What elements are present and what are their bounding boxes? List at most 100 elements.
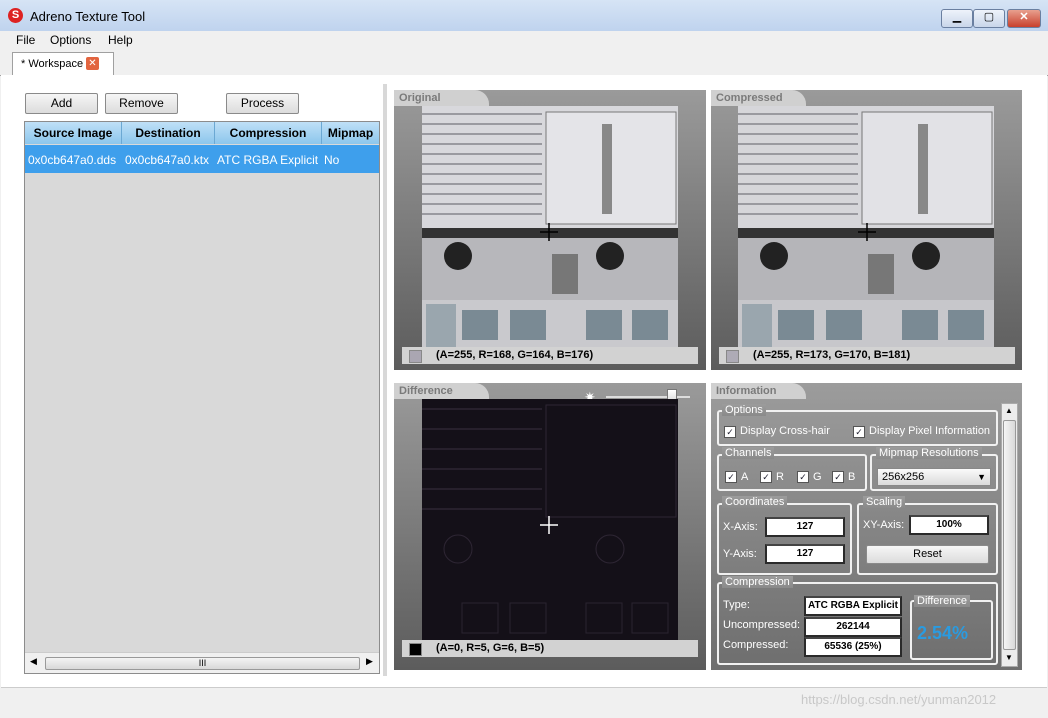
info-vertical-scrollbar[interactable]: ▲ ▼: [1001, 403, 1018, 667]
horizontal-scrollbar[interactable]: ◀ III ▶: [25, 652, 379, 673]
status-bar: https://blog.csdn.net/yunman2012: [1, 687, 1047, 718]
y-axis-value: 127: [765, 544, 845, 564]
title-bar: S Adreno Texture Tool ▁ ▢ ✕: [0, 0, 1048, 32]
channel-a-label: A: [741, 471, 749, 483]
information-panel: Information Options ✓ Display Cross-hair…: [711, 383, 1022, 670]
compressed-swatch: [726, 350, 739, 363]
channel-g-label: G: [813, 471, 822, 483]
table-row[interactable]: 0x0cb647a0.dds 0x0cb647a0.ktx ATC RGBA E…: [25, 145, 379, 173]
compressed-pixel-info: (A=255, R=173, G=170, B=181): [753, 349, 911, 361]
chevron-down-icon: ▼: [977, 472, 986, 482]
minimize-button[interactable]: ▁: [941, 9, 973, 28]
difference-panel: Difference ✷ (A=0, R=5, G=6, B=5): [394, 383, 706, 670]
compressed-title: Compressed: [711, 90, 806, 106]
column-compression[interactable]: Compression: [215, 122, 322, 144]
mipmap-title: Mipmap Resolutions: [876, 447, 982, 459]
uncompressed-value: 262144: [804, 617, 902, 637]
mipmap-select[interactable]: 256x256 ▼: [877, 468, 991, 486]
splitter[interactable]: [383, 84, 387, 676]
channel-b-label: B: [848, 471, 856, 483]
difference-pixel-bar: (A=0, R=5, G=6, B=5): [402, 640, 698, 657]
scroll-thumb[interactable]: III: [45, 657, 360, 670]
amplify-slider-track[interactable]: [606, 396, 690, 398]
reset-button[interactable]: Reset: [866, 545, 989, 564]
type-label: Type:: [723, 599, 750, 611]
app-logo-icon: S: [8, 8, 23, 23]
original-title: Original: [394, 90, 489, 106]
column-destination[interactable]: Destination: [122, 122, 215, 144]
mipmap-value: 256x256: [882, 471, 925, 483]
options-title: Options: [722, 404, 766, 416]
menu-bar: File Options Help: [0, 31, 1048, 50]
original-pixel-bar: (A=255, R=168, G=164, B=176): [402, 347, 698, 364]
image-list-grid: Source Image Destination Compression Mip…: [24, 121, 380, 674]
cell-mipmap: No: [324, 153, 340, 167]
column-mipmap[interactable]: Mipmap: [322, 122, 379, 144]
channels-title: Channels: [722, 447, 775, 459]
channel-b-checkbox[interactable]: ✓: [832, 471, 844, 483]
scroll-up-icon[interactable]: ▲: [1005, 406, 1013, 415]
crosshair-checkbox[interactable]: ✓: [724, 426, 736, 438]
coordinates-group: [717, 503, 852, 575]
tab-strip: [0, 50, 1048, 76]
maximize-button[interactable]: ▢: [973, 9, 1005, 28]
crosshair-label: Display Cross-hair: [740, 425, 830, 437]
info-scroll-thumb[interactable]: [1003, 420, 1016, 650]
compressed-texture-image[interactable]: [738, 106, 994, 362]
cell-source: 0x0cb647a0.dds: [28, 153, 117, 167]
channel-r-label: R: [776, 471, 784, 483]
tab-close-icon[interactable]: ✕: [86, 57, 99, 70]
type-value: ATC RGBA Explicit: [804, 596, 902, 616]
scaling-title: Scaling: [863, 496, 906, 508]
pixelinfo-checkbox[interactable]: ✓: [853, 426, 865, 438]
original-pixel-info: (A=255, R=168, G=164, B=176): [436, 349, 594, 361]
menu-help[interactable]: Help: [108, 33, 133, 47]
tab-workspace[interactable]: * Workspace ✕: [12, 52, 114, 76]
difference-svg: [422, 404, 677, 634]
x-axis-value: 127: [765, 517, 845, 537]
channel-g-checkbox[interactable]: ✓: [797, 471, 809, 483]
difference-percent: 2.54%: [917, 623, 969, 643]
xy-axis-value: 100%: [909, 515, 989, 535]
original-texture-image[interactable]: [422, 106, 678, 362]
tab-label: * Workspace: [21, 58, 84, 70]
scroll-right-icon[interactable]: ▶: [366, 656, 373, 667]
channel-r-checkbox[interactable]: ✓: [760, 471, 772, 483]
coordinates-title: Coordinates: [722, 496, 788, 508]
process-button[interactable]: Process: [226, 93, 299, 114]
difference-texture-image[interactable]: [422, 399, 678, 655]
compression-title: Compression: [722, 576, 793, 588]
xy-axis-label: XY-Axis:: [863, 519, 905, 531]
difference-pixel-info: (A=0, R=5, G=6, B=5): [436, 642, 545, 654]
difference-stat-title: Difference: [914, 595, 970, 607]
compressed-label: Compressed:: [723, 639, 789, 651]
x-axis-label: X-Axis:: [723, 521, 758, 533]
remove-button[interactable]: Remove: [105, 93, 178, 114]
texture-svg: [422, 106, 678, 362]
cell-destination: 0x0cb647a0.ktx: [125, 153, 210, 167]
texture-svg: [738, 106, 994, 362]
y-axis-label: Y-Axis:: [723, 548, 757, 560]
channel-a-checkbox[interactable]: ✓: [725, 471, 737, 483]
menu-options[interactable]: Options: [50, 33, 91, 47]
pixelinfo-label: Display Pixel Information: [869, 425, 991, 437]
cell-compression: ATC RGBA Explicit: [217, 153, 319, 167]
scroll-left-icon[interactable]: ◀: [30, 656, 37, 667]
compressed-value: 65536 (25%): [804, 637, 902, 657]
add-button[interactable]: Add: [25, 93, 98, 114]
original-swatch: [409, 350, 422, 363]
channels-group: [717, 454, 867, 491]
difference-swatch: [409, 643, 422, 656]
original-panel: Original (A=255, R=168, G=164, B=176): [394, 90, 706, 370]
close-window-button[interactable]: ✕: [1007, 9, 1041, 28]
menu-file[interactable]: File: [16, 33, 35, 47]
window-title: Adreno Texture Tool: [30, 9, 146, 24]
information-title: Information: [711, 383, 806, 399]
compressed-pixel-bar: (A=255, R=173, G=170, B=181): [719, 347, 1015, 364]
scroll-down-icon[interactable]: ▼: [1005, 653, 1013, 662]
scaling-group: [857, 503, 998, 575]
difference-title: Difference: [394, 383, 489, 399]
column-source-image[interactable]: Source Image: [25, 122, 122, 144]
compressed-panel: Compressed (A=255, R=173, G=170, B=181): [711, 90, 1022, 370]
uncompressed-label: Uncompressed:: [723, 619, 801, 631]
